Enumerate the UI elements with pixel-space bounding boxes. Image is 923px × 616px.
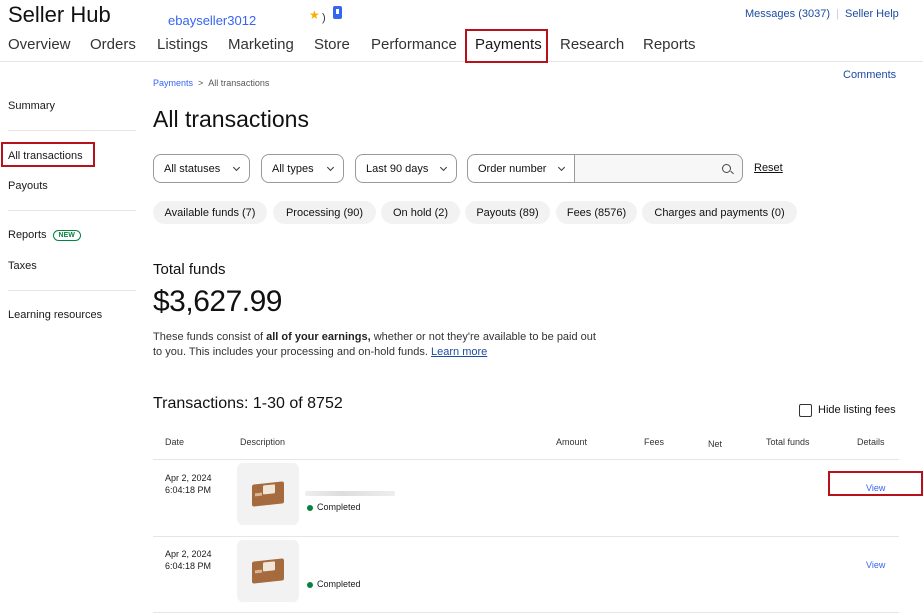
chevron-down-icon <box>326 163 335 171</box>
package-icon <box>252 558 284 584</box>
breadcrumb-current: All transactions <box>208 78 270 88</box>
breadcrumb: Payments > All transactions <box>153 78 269 88</box>
sidebar-item-taxes[interactable]: Taxes <box>8 260 37 272</box>
column-header-total-funds[interactable]: Total funds <box>766 437 810 447</box>
sidebar-item-label: Reports <box>8 229 47 241</box>
status-filter-dropdown[interactable]: All statuses <box>153 154 250 183</box>
top-nav: Overview Orders Listings Marketing Store… <box>0 36 923 62</box>
nav-overview[interactable]: Overview <box>8 36 71 53</box>
all-transactions-highlight-box <box>1 142 95 167</box>
messages-link[interactable]: Messages (3037) <box>745 8 830 20</box>
header-separator: | <box>836 8 839 20</box>
package-icon <box>252 481 284 507</box>
column-header-details: Details <box>857 437 885 447</box>
hide-fees-checkbox[interactable] <box>799 404 812 417</box>
status-filter-label: All statuses <box>164 162 221 175</box>
search-icon[interactable] <box>722 164 731 173</box>
chip-fees[interactable]: Fees (8576) <box>556 201 637 224</box>
breadcrumb-payments-link[interactable]: Payments <box>153 78 193 88</box>
row-date-text: Apr 2, 2024 <box>165 473 212 483</box>
payments-highlight-box <box>465 29 548 63</box>
period-filter-dropdown[interactable]: Last 90 days <box>355 154 457 183</box>
nav-orders[interactable]: Orders <box>90 36 136 53</box>
item-title-redacted <box>305 491 395 496</box>
chip-payouts[interactable]: Payouts (89) <box>465 201 550 224</box>
row-date: Apr 2, 2024 6:04:18 PM <box>165 548 212 572</box>
column-header-amount[interactable]: Amount <box>556 437 587 447</box>
nav-listings[interactable]: Listings <box>157 36 208 53</box>
sidebar-divider <box>8 130 136 131</box>
chevron-down-icon <box>232 163 241 171</box>
table-divider <box>153 536 899 537</box>
sidebar-divider <box>8 290 136 291</box>
phone-icon <box>333 6 342 19</box>
chip-charges-payments[interactable]: Charges and payments (0) <box>642 201 797 224</box>
chevron-down-icon <box>439 163 448 171</box>
row-time-text: 6:04:18 PM <box>165 485 212 495</box>
hide-fees-label[interactable]: Hide listing fees <box>818 404 896 416</box>
chip-available-funds[interactable]: Available funds (7) <box>153 201 267 224</box>
nav-performance[interactable]: Performance <box>371 36 457 53</box>
status-dot-icon <box>307 582 313 588</box>
funds-desc-bold: all of your earnings, <box>266 331 371 343</box>
nav-marketing[interactable]: Marketing <box>228 36 294 53</box>
page-title: All transactions <box>153 106 309 132</box>
app-title: Seller Hub <box>8 2 111 27</box>
feedback-paren: ) <box>322 12 326 24</box>
seller-help-link[interactable]: Seller Help <box>845 8 899 20</box>
period-filter-label: Last 90 days <box>366 162 429 175</box>
nav-store[interactable]: Store <box>314 36 350 53</box>
row-time-text: 6:04:18 PM <box>165 561 212 571</box>
table-divider <box>153 612 899 613</box>
new-badge: NEW <box>52 230 81 241</box>
chip-on-hold[interactable]: On hold (2) <box>381 201 460 224</box>
row-date: Apr 2, 2024 6:04:18 PM <box>165 472 212 496</box>
chip-processing[interactable]: Processing (90) <box>273 201 376 224</box>
chevron-down-icon <box>557 163 566 171</box>
star-icon: ★ <box>309 8 320 22</box>
funds-description: These funds consist of all of your earni… <box>153 330 603 360</box>
nav-research[interactable]: Research <box>560 36 624 53</box>
search-input[interactable] <box>575 154 743 183</box>
comments-link[interactable]: Comments <box>843 69 896 81</box>
view-highlight-box <box>828 471 923 496</box>
type-filter-dropdown[interactable]: All types <box>261 154 344 183</box>
funds-desc-text: These funds consist of <box>153 331 267 343</box>
order-number-label: Order number <box>478 162 547 175</box>
seller-name-link[interactable]: ebayseller3012 <box>168 13 256 28</box>
column-header-description: Description <box>240 437 286 447</box>
view-details-link[interactable]: View <box>866 560 885 570</box>
order-number-dropdown[interactable]: Order number <box>467 154 575 183</box>
sidebar-item-payouts[interactable]: Payouts <box>8 180 48 192</box>
type-filter-label: All types <box>272 162 314 175</box>
transactions-count: Transactions: 1-30 of 8752 <box>153 395 343 412</box>
sidebar-item-reports[interactable]: Reports NEW <box>8 229 81 241</box>
sidebar-divider <box>8 210 136 211</box>
status-dot-icon <box>307 505 313 511</box>
breadcrumb-separator: > <box>198 78 204 88</box>
reset-link[interactable]: Reset <box>754 162 783 174</box>
nav-reports[interactable]: Reports <box>643 36 696 53</box>
total-funds-title: Total funds <box>153 261 226 278</box>
total-funds-amount: $3,627.99 <box>153 285 282 318</box>
column-header-date[interactable]: Date <box>165 437 184 447</box>
item-thumbnail[interactable] <box>237 540 299 602</box>
item-thumbnail[interactable] <box>237 463 299 525</box>
column-header-net[interactable]: Net <box>708 439 722 449</box>
sidebar-item-summary[interactable]: Summary <box>8 100 55 112</box>
row-status: Completed <box>317 502 361 512</box>
column-header-fees[interactable]: Fees <box>644 437 664 447</box>
row-status: Completed <box>317 579 361 589</box>
learn-more-link[interactable]: Learn more <box>431 346 487 358</box>
row-date-text: Apr 2, 2024 <box>165 549 212 559</box>
table-divider <box>153 459 899 460</box>
sidebar-item-learning-resources[interactable]: Learning resources <box>8 309 102 321</box>
